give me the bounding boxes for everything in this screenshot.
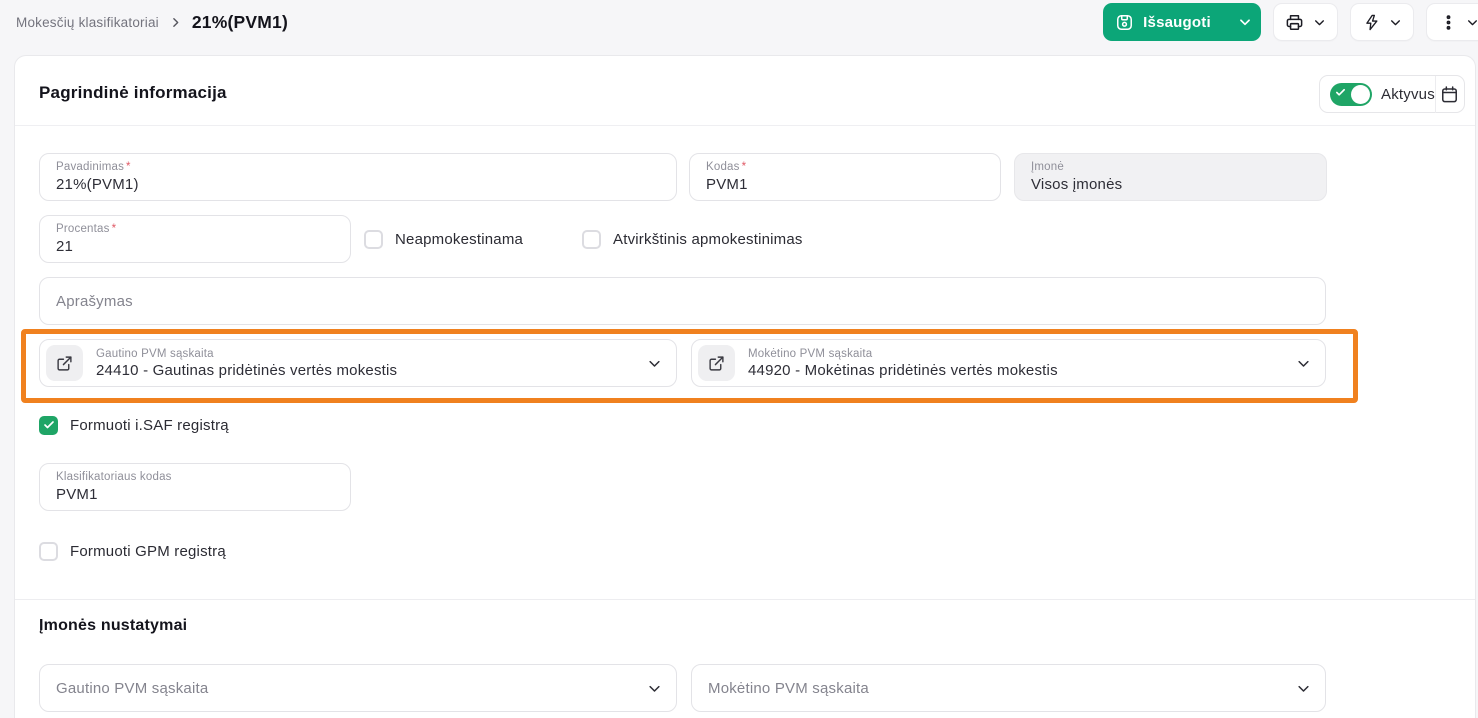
header-divider	[15, 125, 1475, 126]
external-link-icon	[708, 355, 725, 372]
status-label: Aktyvus	[1381, 86, 1435, 103]
isaf-checkbox[interactable]: Formuoti i.SAF registrą	[39, 413, 229, 437]
lightning-bolt-icon	[1363, 14, 1380, 31]
checkbox-label: Atvirkštinis apmokestinimas	[613, 231, 803, 248]
breadcrumb: Mokesčių klasifikatoriai 21%(PVM1)	[16, 8, 288, 36]
field-value: Visos įmonės	[1031, 176, 1310, 193]
select-label: Mokėtino PVM sąskaita	[748, 348, 1058, 361]
select-value: 44920 - Mokėtinas pridėtinės vertės moke…	[748, 362, 1058, 379]
checkbox-label: Formuoti i.SAF registrą	[70, 417, 229, 434]
open-account-button[interactable]	[46, 345, 83, 381]
required-mark: *	[126, 161, 131, 173]
klasifikatoriaus-kodas-field[interactable]: Klasifikatoriaus kodas PVM1	[39, 463, 351, 511]
company-gautino-pvm-select[interactable]: Gautino PVM sąskaita	[39, 664, 677, 712]
required-mark: *	[742, 161, 747, 173]
gautino-pvm-select[interactable]: Gautino PVM sąskaita 24410 - Gautinas pr…	[39, 339, 677, 387]
select-value: 24410 - Gautinas pridėtinės vertės mokes…	[96, 362, 397, 379]
checkbox-box[interactable]	[39, 542, 58, 561]
select-placeholder: Gautino PVM sąskaita	[56, 680, 208, 697]
select-placeholder: Mokėtino PVM sąskaita	[708, 680, 869, 697]
kodas-field[interactable]: Kodas* PVM1	[689, 153, 1001, 201]
chevron-down-icon	[1238, 15, 1252, 29]
save-button[interactable]: Išsaugoti	[1103, 3, 1261, 41]
field-value: PVM1	[56, 486, 334, 503]
field-label: Kodas*	[706, 161, 984, 174]
quick-actions-button[interactable]	[1350, 3, 1414, 41]
main-card: Pagrindinė informacija Aktyvus	[14, 55, 1476, 718]
field-label: Pavadinimas*	[56, 161, 660, 174]
chevron-down-icon	[1389, 16, 1402, 29]
toggle-knob	[1351, 85, 1370, 104]
chevron-down-icon	[1313, 16, 1326, 29]
check-icon	[43, 419, 55, 431]
field-value: 21%(PVM1)	[56, 176, 660, 193]
procentas-field[interactable]: Procentas* 21	[39, 215, 351, 263]
chevron-down-icon	[647, 356, 662, 371]
section-divider	[15, 599, 1475, 600]
field-value: 21	[56, 238, 334, 255]
printer-icon	[1285, 13, 1304, 32]
pavadinimas-field[interactable]: Pavadinimas* 21%(PVM1)	[39, 153, 677, 201]
external-link-icon	[56, 355, 73, 372]
chevron-down-icon	[1296, 681, 1311, 696]
print-button[interactable]	[1273, 3, 1338, 41]
required-mark: *	[112, 223, 117, 235]
chevron-down-icon	[1466, 16, 1478, 29]
company-moketino-pvm-select[interactable]: Mokėtino PVM sąskaita	[691, 664, 1326, 712]
neapmokestinama-checkbox[interactable]: Neapmokestinama	[364, 227, 523, 251]
field-label: Įmonė	[1031, 161, 1310, 174]
gpm-checkbox[interactable]: Formuoti GPM registrą	[39, 539, 226, 563]
checkbox-label: Formuoti GPM registrą	[70, 543, 226, 560]
save-icon	[1115, 13, 1134, 32]
field-placeholder: Aprašymas	[56, 293, 133, 310]
section-title-company: Įmonės nustatymai	[39, 617, 187, 635]
field-value: PVM1	[706, 176, 984, 193]
toolbar: Išsaugoti	[1103, 3, 1478, 41]
field-label: Procentas*	[56, 223, 334, 236]
atvirkstinis-checkbox[interactable]: Atvirkštinis apmokestinimas	[582, 227, 803, 251]
page-title: 21%(PVM1)	[192, 12, 288, 33]
status-control: Aktyvus	[1319, 75, 1465, 113]
calendar-icon	[1440, 85, 1459, 104]
aprasymas-field[interactable]: Aprašymas	[39, 277, 1326, 325]
save-dropdown-button[interactable]	[1225, 15, 1265, 29]
open-account-button[interactable]	[698, 345, 735, 381]
kebab-menu-icon	[1440, 13, 1457, 32]
page: Mokesčių klasifikatoriai 21%(PVM1) Išsau…	[0, 0, 1478, 718]
select-label: Gautino PVM sąskaita	[96, 348, 397, 361]
chevron-right-icon	[169, 16, 182, 29]
chevron-down-icon	[647, 681, 662, 696]
section-title-main: Pagrindinė informacija	[39, 83, 227, 103]
imone-field: Įmonė Visos įmonės	[1014, 153, 1327, 201]
chevron-down-icon	[1296, 356, 1311, 371]
checkbox-label: Neapmokestinama	[395, 231, 523, 248]
checkbox-box[interactable]	[582, 230, 601, 249]
more-options-button[interactable]	[1426, 3, 1478, 41]
field-label: Klasifikatoriaus kodas	[56, 471, 334, 484]
check-icon	[1335, 87, 1346, 98]
calendar-button[interactable]	[1436, 76, 1464, 112]
moketino-pvm-select[interactable]: Mokėtino PVM sąskaita 44920 - Mokėtinas …	[691, 339, 1326, 387]
checkbox-box[interactable]	[39, 416, 58, 435]
save-button-label: Išsaugoti	[1143, 14, 1211, 31]
checkbox-box[interactable]	[364, 230, 383, 249]
active-toggle[interactable]	[1330, 83, 1372, 106]
breadcrumb-parent-link[interactable]: Mokesčių klasifikatoriai	[16, 15, 159, 30]
